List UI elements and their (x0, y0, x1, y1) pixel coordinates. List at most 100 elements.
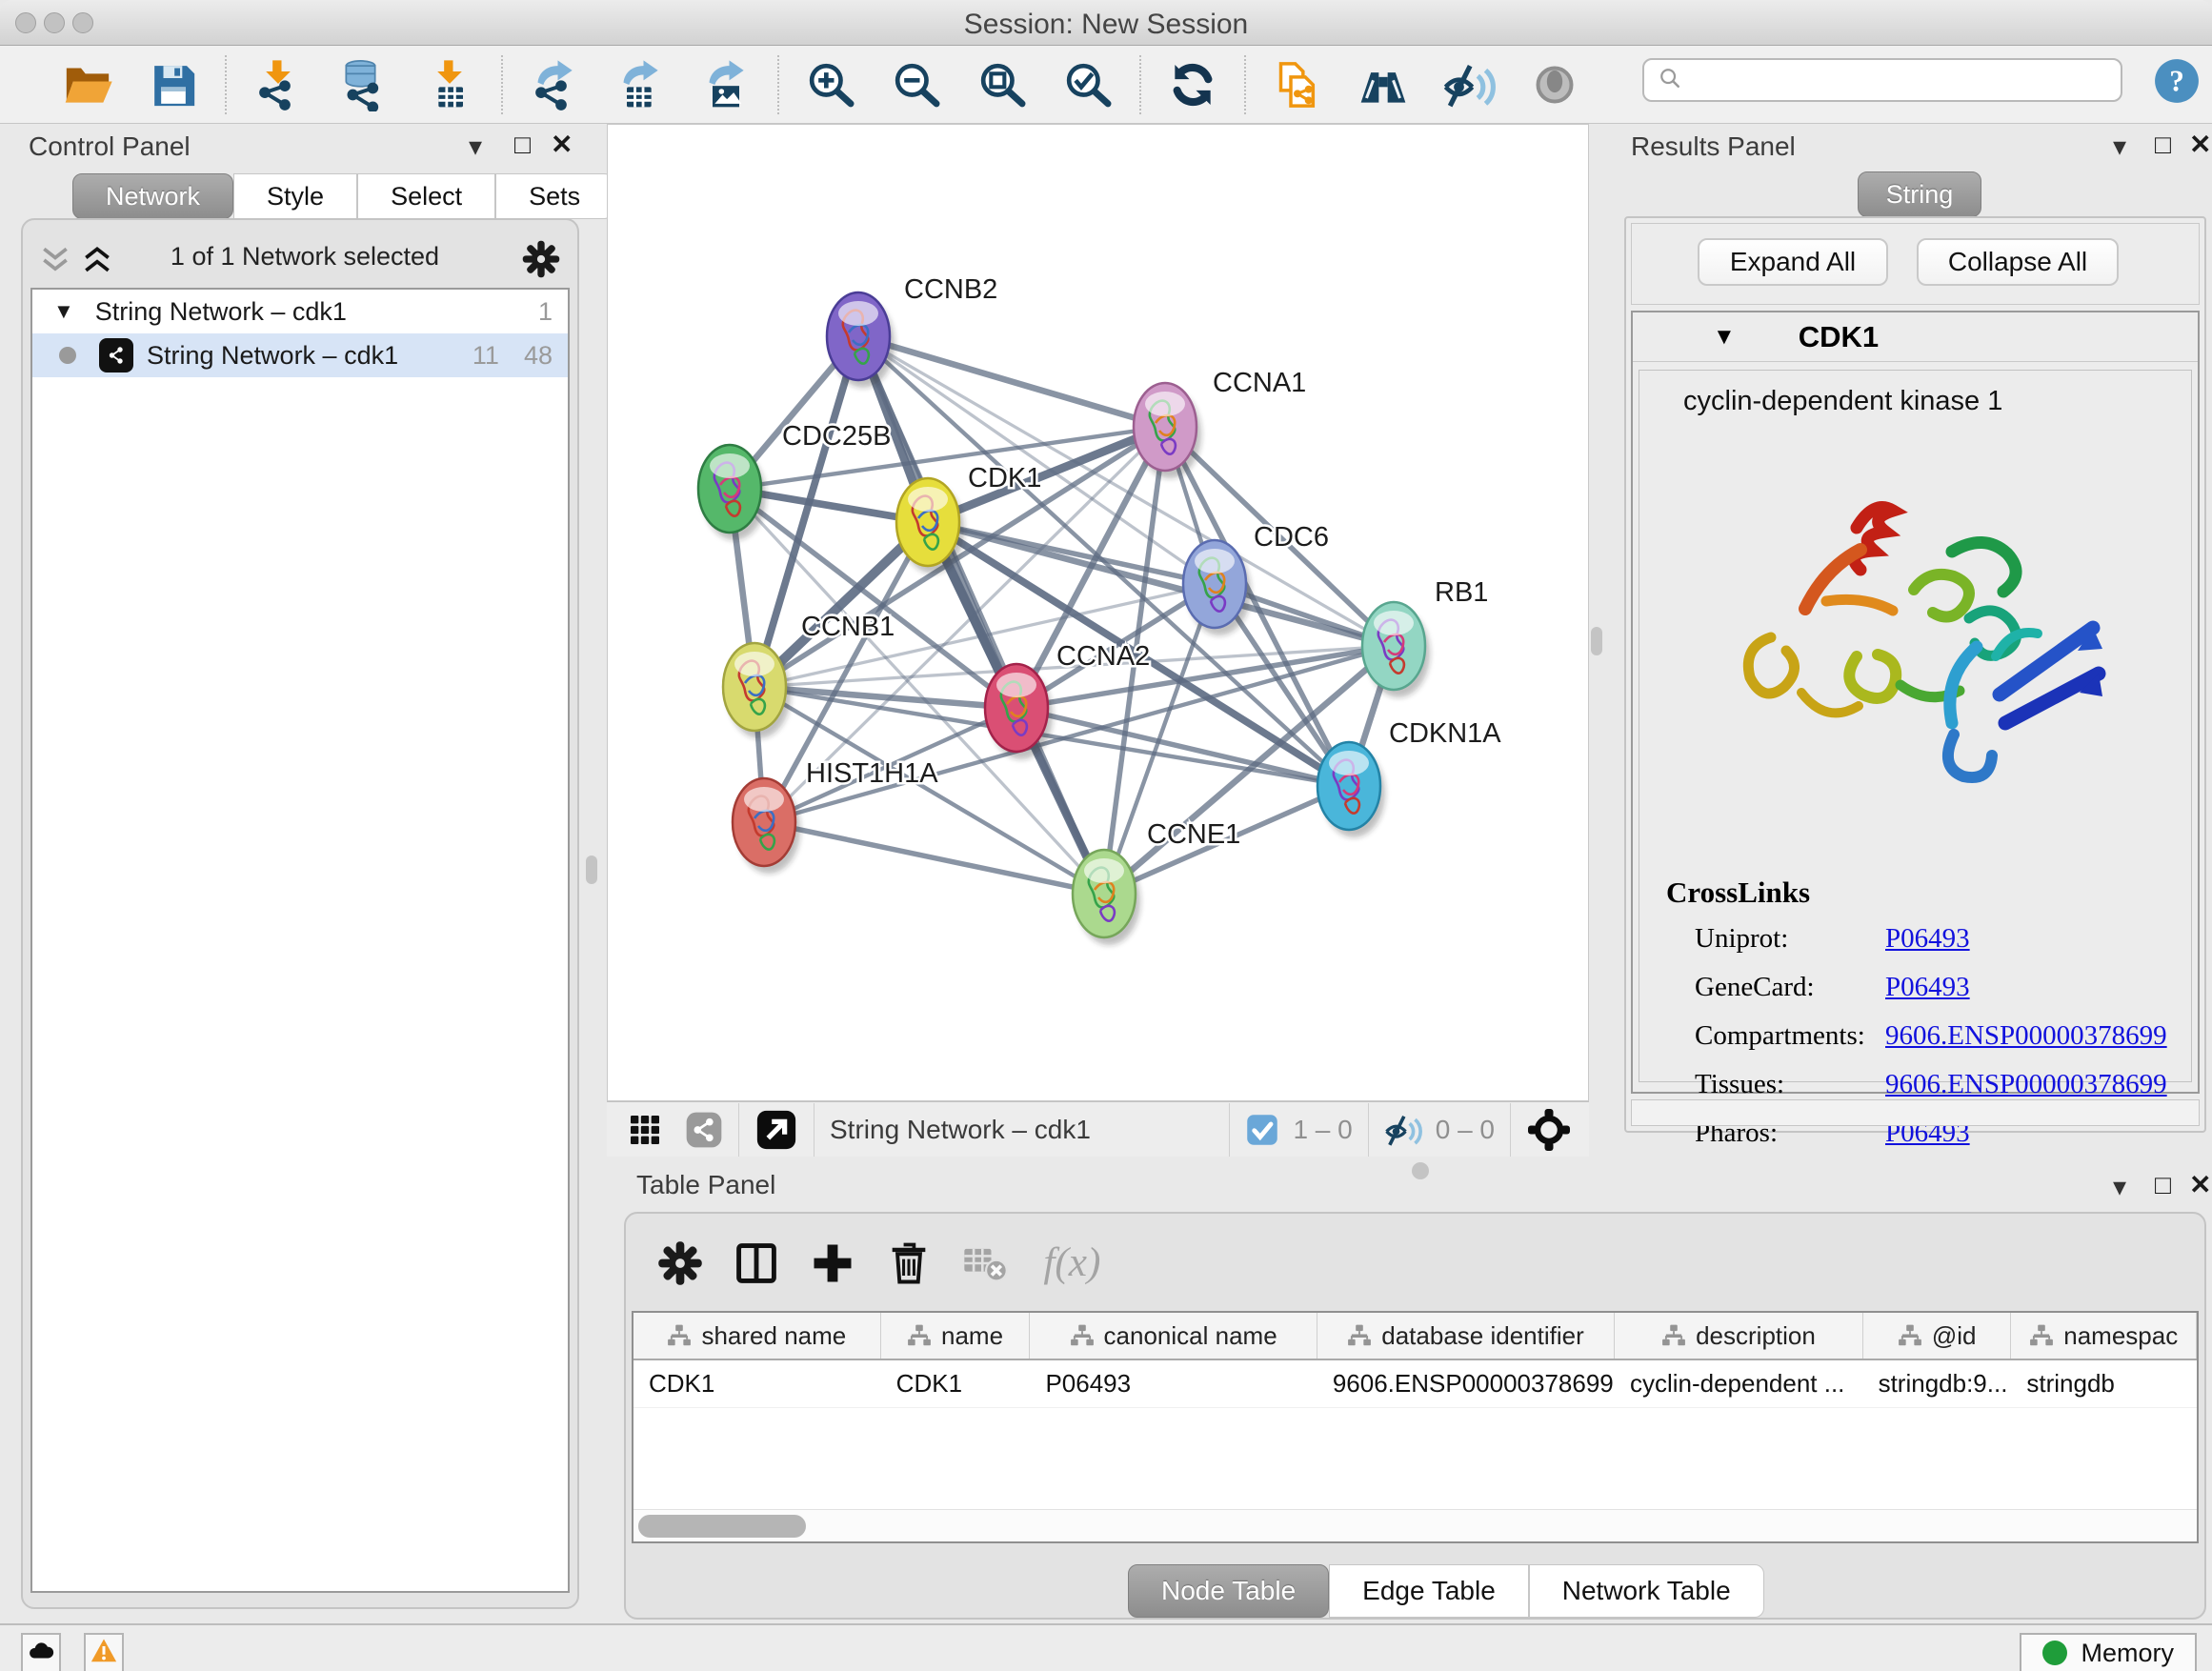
plus-table-icon[interactable] (808, 1238, 857, 1288)
network-node-CCNE1[interactable] (1073, 850, 1140, 945)
tab-string[interactable]: String (1858, 171, 1981, 217)
table-panel-float-icon[interactable]: □ (2155, 1172, 2171, 1198)
bottom-splitter-handle[interactable] (1412, 1162, 1429, 1179)
column-header-database-identifier[interactable]: database identifier (1317, 1313, 1615, 1359)
show-eye-icon[interactable] (1528, 58, 1581, 111)
network-options-gear-icon[interactable] (520, 238, 562, 280)
section-collapse-triangle-icon[interactable]: ▼ (1713, 324, 1736, 351)
horizontal-scrollbar-thumb[interactable] (638, 1515, 806, 1538)
network-canvas[interactable]: CCNB2CCNA1CDC25BCDK1CDC6RB1CCNB1CCNA2CDK… (607, 124, 1589, 1101)
search-field[interactable] (1642, 58, 2122, 102)
network-node-CDKN1A[interactable] (1317, 742, 1385, 837)
results-footer-strip (1631, 1099, 2200, 1126)
table-cell: 9606.ENSP00000378699 (1317, 1360, 1615, 1407)
column-header-canonical-name[interactable]: canonical name (1030, 1313, 1317, 1359)
import-table-icon[interactable] (423, 58, 476, 111)
svg-text:?: ? (2169, 64, 2184, 97)
column-header-description[interactable]: description (1615, 1313, 1863, 1359)
binoculars-icon[interactable] (1357, 58, 1410, 111)
zoom-out-icon[interactable] (890, 58, 943, 111)
hidden-eye-icon[interactable] (1384, 1111, 1422, 1149)
tab-style[interactable]: Style (233, 173, 357, 219)
network-node-CCNA2[interactable] (985, 664, 1053, 759)
cloud-status-button[interactable] (21, 1633, 61, 1671)
tab-network[interactable]: Network (72, 173, 233, 219)
network-edge[interactable] (764, 822, 1104, 894)
crosslink-value-link[interactable]: P06493 (1885, 923, 1970, 955)
warning-status-button[interactable] (84, 1633, 124, 1671)
tab-select[interactable]: Select (357, 173, 495, 219)
save-icon[interactable] (147, 58, 200, 111)
crosslink-label: GeneCard: (1695, 972, 1885, 1003)
horizontal-scrollbar[interactable] (633, 1509, 2197, 1541)
tab-node-table[interactable]: Node Table (1128, 1564, 1329, 1618)
column-header-shared-name[interactable]: shared name (633, 1313, 881, 1359)
refresh-icon[interactable] (1166, 58, 1219, 111)
network-node-CCNB2[interactable] (827, 292, 895, 388)
node-label-CCNA2: CCNA2 (1056, 641, 1150, 672)
zoom-fit-icon[interactable] (975, 58, 1029, 111)
collapse-all-networks-icon[interactable] (36, 244, 74, 276)
trash-table-icon[interactable] (884, 1238, 934, 1288)
control-panel-close-icon[interactable]: ✕ (551, 131, 573, 158)
grid-view-icon[interactable] (626, 1111, 664, 1149)
table-panel-dock-icon[interactable]: ▾ (2113, 1174, 2126, 1200)
right-splitter-handle[interactable] (1591, 627, 1602, 655)
toolbar-icon-groups (36, 55, 1606, 114)
columns-table-icon[interactable] (732, 1238, 781, 1288)
node-label-CDC25B: CDC25B (782, 421, 891, 452)
memory-button[interactable]: Memory (2020, 1633, 2197, 1671)
column-header-name[interactable]: name (881, 1313, 1031, 1359)
crosslinks-title: CrossLinks (1666, 876, 1810, 910)
gear-table-icon[interactable] (655, 1238, 705, 1288)
collection-expand-triangle-icon[interactable]: ▼ (53, 299, 74, 324)
network-edge[interactable] (754, 687, 1016, 708)
tab-sets[interactable]: Sets (495, 173, 613, 219)
table-panel-close-icon[interactable]: ✕ (2189, 1172, 2211, 1198)
gene-section-header[interactable]: ▼ CDK1 (1633, 312, 2198, 362)
column-header-@id[interactable]: @id (1863, 1313, 2012, 1359)
results-panel-dock-icon[interactable]: ▾ (2113, 133, 2126, 160)
expand-all-button[interactable]: Expand All (1698, 238, 1888, 286)
collapse-all-button[interactable]: Collapse All (1917, 238, 2119, 286)
network-edge[interactable] (1016, 708, 1349, 786)
import-database-icon[interactable] (337, 58, 391, 111)
tab-edge-table[interactable]: Edge Table (1329, 1564, 1529, 1618)
gene-section-body: cyclin-dependent kinase 1 (1639, 370, 2192, 1082)
network-collection-row[interactable]: ▼ String Network – cdk1 1 (32, 290, 568, 333)
import-network-icon[interactable] (251, 58, 305, 111)
results-panel-float-icon[interactable]: □ (2155, 131, 2171, 158)
zoom-in-icon[interactable] (804, 58, 857, 111)
selected-checkbox-icon[interactable] (1245, 1113, 1279, 1147)
network-node-HIST1H1A[interactable] (733, 778, 800, 874)
detach-view-icon[interactable] (754, 1108, 798, 1152)
control-panel-dock-icon[interactable]: ▾ (469, 133, 482, 160)
control-panel-float-icon[interactable]: □ (514, 131, 531, 158)
hide-unhide-icon[interactable] (1442, 58, 1496, 111)
crosslink-value-link[interactable]: 9606.ENSP00000378699 (1885, 1069, 2167, 1100)
network-share-icon[interactable] (685, 1111, 723, 1149)
left-splitter-handle[interactable] (586, 856, 597, 884)
network-node-CDC6[interactable] (1183, 540, 1251, 635)
network-row-selected[interactable]: String Network – cdk1 11 48 (32, 333, 568, 377)
network-edge[interactable] (858, 336, 1165, 427)
zoom-selected-icon[interactable] (1061, 58, 1115, 111)
crosslink-value-link[interactable]: 9606.ENSP00000378699 (1885, 1020, 2167, 1052)
export-table-icon[interactable] (613, 58, 667, 111)
column-header-namespac[interactable]: namespac (2011, 1313, 2197, 1359)
open-folder-icon[interactable] (61, 58, 114, 111)
birdseye-view-icon[interactable] (1526, 1107, 1572, 1153)
copy-network-icon[interactable] (1271, 58, 1324, 111)
results-panel-close-icon[interactable]: ✕ (2189, 131, 2211, 158)
export-network-icon[interactable] (528, 58, 581, 111)
crosslink-label: Uniprot: (1695, 923, 1885, 955)
crosslink-value-link[interactable]: P06493 (1885, 972, 1970, 1003)
table-row[interactable]: CDK1CDK1P064939606.ENSP00000378699cyclin… (633, 1360, 2197, 1408)
help-icon[interactable]: ? (2153, 57, 2201, 105)
network-edge[interactable] (764, 646, 1394, 822)
tab-network-table[interactable]: Network Table (1529, 1564, 1764, 1618)
network-node-RB1[interactable] (1362, 602, 1430, 697)
search-input[interactable] (1684, 65, 2121, 96)
expand-all-networks-icon[interactable] (78, 244, 116, 276)
export-image-icon[interactable] (699, 58, 753, 111)
